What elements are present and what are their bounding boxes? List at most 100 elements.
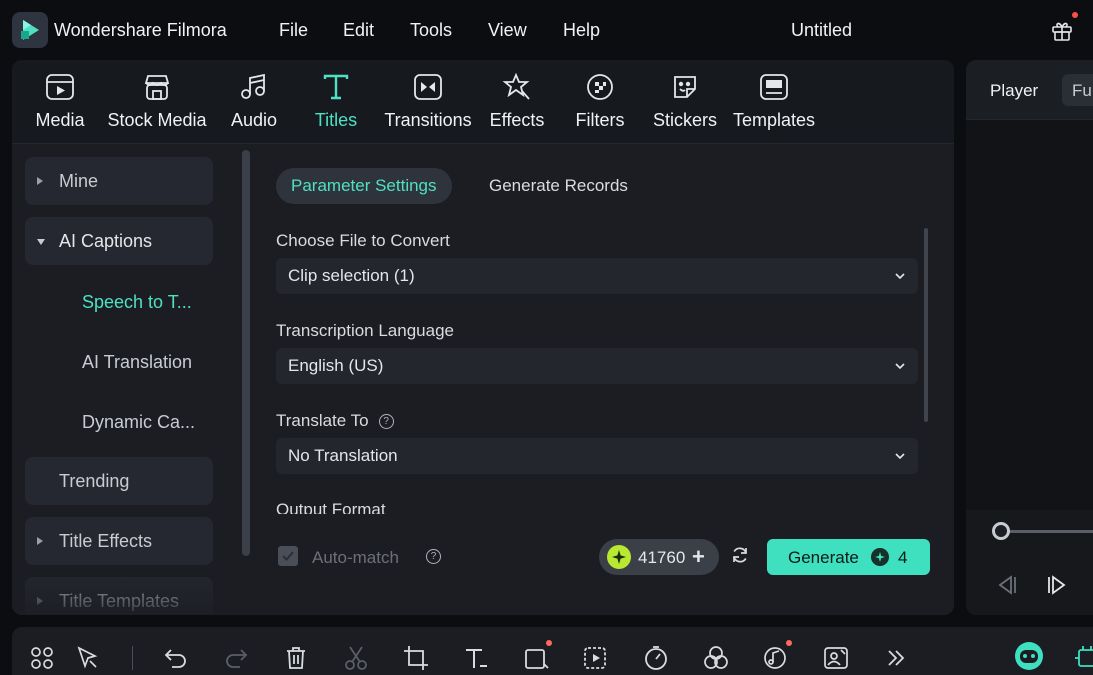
sidebar-item-label: Title Effects — [59, 530, 153, 551]
transcription-language-label: Transcription Language — [276, 321, 454, 340]
timeline-toolbar — [12, 627, 1093, 675]
menu-view[interactable]: View — [488, 20, 527, 41]
auto-reframe-icon[interactable] — [582, 644, 610, 672]
content-scrollbar[interactable] — [924, 228, 928, 422]
titles-sidebar: Mine AI Captions Speech to T... AI Trans… — [12, 144, 252, 615]
tab-generate-records[interactable]: Generate Records — [474, 168, 643, 204]
tab-filters[interactable]: Filters — [575, 70, 625, 140]
stickers-icon — [668, 70, 702, 104]
transitions-icon — [411, 70, 445, 104]
ai-credits-badge[interactable]: 41760 + — [599, 539, 719, 575]
templates-icon — [757, 70, 791, 104]
generate-bar: Auto-match ? 41760 + Generate 4 — [252, 534, 954, 584]
select-tool-icon[interactable] — [74, 644, 102, 672]
previous-frame-icon[interactable] — [996, 573, 1020, 597]
translate-to-label: Translate To? — [276, 411, 394, 431]
tab-stickers[interactable]: Stickers — [653, 70, 717, 140]
crop-icon[interactable] — [402, 644, 430, 672]
ai-credit-icon — [607, 545, 631, 569]
checkmark-icon — [282, 551, 294, 561]
choose-file-select[interactable]: Clip selection (1) — [276, 258, 918, 294]
sidebar-subitem-dynamic-captions[interactable]: Dynamic Ca... — [82, 412, 195, 433]
shape-icon[interactable] — [522, 640, 552, 672]
expand-arrow-icon — [37, 537, 43, 545]
gift-icon[interactable] — [1050, 12, 1078, 42]
menu-file[interactable]: File — [279, 20, 308, 41]
tab-stock-media[interactable]: Stock Media — [107, 70, 207, 140]
playback-progress-handle[interactable] — [992, 522, 1010, 540]
split-icon[interactable] — [342, 644, 370, 672]
notification-dot — [1072, 12, 1078, 18]
document-title: Untitled — [791, 20, 853, 40]
tab-effects[interactable]: Effects — [490, 70, 544, 140]
sidebar-subitem-speech-to-text[interactable]: Speech to T... — [82, 292, 192, 313]
menu-edit[interactable]: Edit — [343, 20, 374, 41]
refresh-icon[interactable] — [730, 545, 750, 565]
tab-templates[interactable]: Templates — [733, 70, 815, 140]
play-icon[interactable] — [1044, 573, 1068, 597]
sidebar-subitem-ai-translation[interactable]: AI Translation — [82, 352, 192, 373]
sidebar-item-title-templates[interactable]: Title Templates — [25, 577, 213, 615]
auto-match-checkbox[interactable] — [278, 546, 298, 566]
speed-icon[interactable] — [642, 644, 670, 672]
help-icon[interactable]: ? — [378, 414, 394, 429]
tab-parameter-settings[interactable]: Parameter Settings — [276, 168, 452, 204]
tab-transitions[interactable]: Transitions — [384, 70, 472, 140]
ai-tools-icon[interactable] — [1073, 644, 1093, 672]
color-match-icon[interactable] — [702, 644, 730, 672]
playback-progress-track[interactable] — [1002, 530, 1093, 533]
media-icon — [43, 70, 77, 104]
chevron-down-icon — [895, 273, 905, 280]
effects-icon — [500, 70, 534, 104]
tab-transitions-label: Transitions — [384, 110, 472, 130]
tab-media[interactable]: Media — [35, 70, 85, 140]
tab-audio-label: Audio — [230, 110, 278, 130]
tab-audio[interactable]: Audio — [229, 70, 279, 140]
transcription-language-value: English (US) — [288, 356, 384, 375]
menu-help[interactable]: Help — [563, 20, 600, 41]
tab-stock-media-label: Stock Media — [107, 110, 207, 130]
translate-to-text: Translate To — [276, 411, 369, 430]
output-format-label: Output Format — [276, 500, 386, 514]
tab-player[interactable]: Player — [990, 81, 1038, 101]
help-icon[interactable]: ? — [426, 549, 441, 564]
ai-portrait-icon[interactable] — [822, 644, 850, 672]
redo-icon[interactable] — [222, 644, 250, 672]
generate-button[interactable]: Generate 4 — [767, 539, 930, 575]
layout-icon[interactable] — [28, 644, 56, 672]
sidebar-scrollbar[interactable] — [242, 150, 250, 556]
ai-mate-icon[interactable] — [1013, 640, 1045, 672]
transcription-language-select[interactable]: English (US) — [276, 348, 918, 384]
speech-to-text-panel: Parameter Settings Generate Records Choo… — [252, 144, 954, 615]
sidebar-item-mine[interactable]: Mine — [25, 157, 213, 205]
undo-icon[interactable] — [162, 644, 190, 672]
auto-match-label: Auto-match — [312, 548, 399, 567]
translate-to-select[interactable]: No Translation — [276, 438, 918, 474]
sidebar-item-title-effects[interactable]: Title Effects — [25, 517, 213, 565]
tab-full-quality[interactable]: Fu — [1062, 74, 1093, 106]
sidebar-item-label: Trending — [59, 470, 130, 491]
player-header: Player Fu — [966, 60, 1093, 120]
text-icon[interactable] — [462, 644, 490, 672]
title-bar: Wondershare Filmora File Edit Tools View… — [0, 0, 1093, 60]
add-credits-icon[interactable]: + — [692, 544, 705, 570]
app-name: Wondershare Filmora — [54, 20, 227, 40]
stock-media-icon — [140, 70, 174, 104]
tab-filters-label: Filters — [575, 110, 625, 130]
preview-screen[interactable] — [966, 120, 1093, 510]
tab-titles[interactable]: Titles — [314, 70, 358, 140]
generate-cost: 4 — [898, 548, 908, 567]
notification-dot — [786, 640, 792, 646]
sidebar-item-trending[interactable]: Trending — [25, 457, 213, 505]
library-panel: Media Stock Media Audio Titles Transitio… — [12, 60, 954, 615]
ai-audio-icon[interactable] — [762, 640, 792, 672]
generate-label: Generate — [788, 548, 859, 567]
more-icon[interactable] — [882, 644, 910, 672]
expand-arrow-icon — [37, 597, 43, 605]
media-tabs: Media Stock Media Audio Titles Transitio… — [12, 60, 954, 144]
delete-icon[interactable] — [282, 644, 310, 672]
chevron-down-icon — [895, 363, 905, 370]
sidebar-item-ai-captions[interactable]: AI Captions — [25, 217, 213, 265]
expand-arrow-icon — [37, 177, 43, 185]
menu-tools[interactable]: Tools — [410, 20, 452, 41]
